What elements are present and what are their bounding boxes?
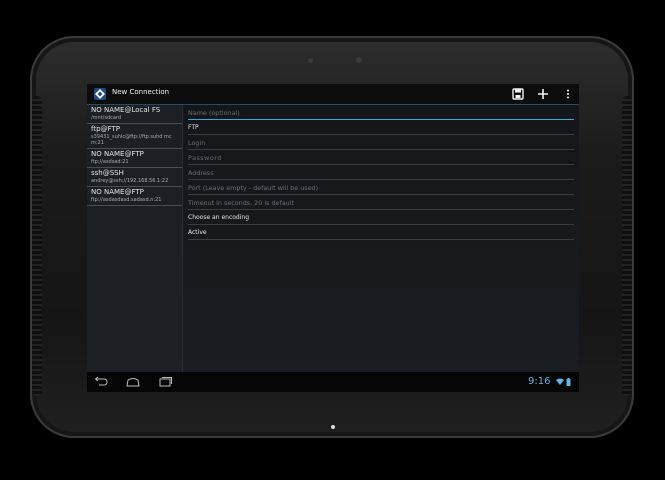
connection-name: NO NAME@FTP	[91, 188, 144, 196]
connection-item[interactable]: NO NAME@FTP ftp://asdsad:21	[87, 149, 182, 168]
plus-icon[interactable]	[536, 87, 550, 101]
type-value: FTP	[188, 124, 199, 131]
password-field[interactable]: Password	[188, 151, 574, 165]
connection-name: ssh@SSH	[91, 169, 124, 177]
wifi-icon	[556, 378, 564, 385]
connection-path: ftp://asdasdasd.sadasd.n:21	[91, 197, 162, 203]
timeout-placeholder: Timeout in seconds. 20 is default	[188, 199, 294, 207]
port-field[interactable]: Port (Leave empty - default will be used…	[188, 181, 574, 195]
battery-icon	[566, 378, 571, 386]
right-speaker-grille	[622, 96, 632, 396]
save-icon[interactable]	[511, 87, 525, 101]
password-placeholder: Password	[188, 154, 222, 162]
login-placeholder: Login	[188, 139, 206, 147]
recents-icon[interactable]	[157, 376, 173, 388]
system-nav-bar: 9:16	[87, 372, 579, 392]
type-spinner[interactable]: FTP	[188, 121, 574, 135]
mode-spinner[interactable]: Active	[188, 226, 574, 240]
mode-label: Active	[188, 229, 207, 236]
front-camera	[356, 57, 362, 63]
left-speaker-grille	[32, 96, 42, 396]
notification-led	[331, 425, 335, 429]
status-clock: 9:16	[528, 376, 551, 387]
connection-item[interactable]: NO NAME@Local FS /mnt/sdcard	[87, 105, 182, 124]
address-field[interactable]: Address	[188, 166, 574, 180]
connection-item[interactable]: ssh@SSH andrey@ssh://192.168.56.1:22	[87, 168, 182, 187]
connection-name: NO NAME@Local FS	[91, 106, 161, 114]
home-icon[interactable]	[125, 376, 141, 388]
app-logo-icon[interactable]	[93, 87, 107, 101]
connection-form: Name (optional) FTP Login Password Addre…	[183, 105, 579, 372]
connection-path: s39431_suhlc@ftp://ftp.suhd mcm:21	[91, 134, 172, 146]
connections-sidebar: NO NAME@Local FS /mnt/sdcard ftp@FTP s39…	[87, 105, 183, 372]
connection-path: andrey@ssh://192.168.56.1:22	[91, 178, 169, 184]
connection-item[interactable]: ftp@FTP s39431_suhlc@ftp://ftp.suhd mcm:…	[87, 124, 182, 149]
connection-name: ftp@FTP	[91, 125, 120, 133]
port-placeholder: Port (Leave empty - default will be used…	[188, 184, 319, 192]
connection-path: ftp://asdsad:21	[91, 159, 129, 165]
app-screen: New Connection NO NAME@Local FS /mnt/sdc…	[87, 84, 579, 392]
encoding-spinner[interactable]: Choose an encoding	[188, 211, 574, 225]
timeout-field[interactable]: Timeout in seconds. 20 is default	[188, 196, 574, 210]
back-icon[interactable]	[93, 376, 109, 388]
connection-path: /mnt/sdcard	[91, 115, 122, 121]
name-placeholder: Name (optional)	[188, 109, 240, 117]
action-bar: New Connection	[87, 84, 579, 105]
address-placeholder: Address	[188, 169, 214, 177]
overflow-menu-icon[interactable]	[561, 87, 575, 101]
page-title: New Connection	[112, 88, 170, 96]
connection-name: NO NAME@FTP	[91, 150, 144, 158]
front-sensor	[308, 58, 313, 63]
name-field[interactable]: Name (optional)	[188, 106, 574, 120]
login-field[interactable]: Login	[188, 136, 574, 150]
connection-item[interactable]: NO NAME@FTP ftp://asdasdasd.sadasd.n:21	[87, 187, 182, 206]
encoding-label: Choose an encoding	[188, 214, 249, 221]
